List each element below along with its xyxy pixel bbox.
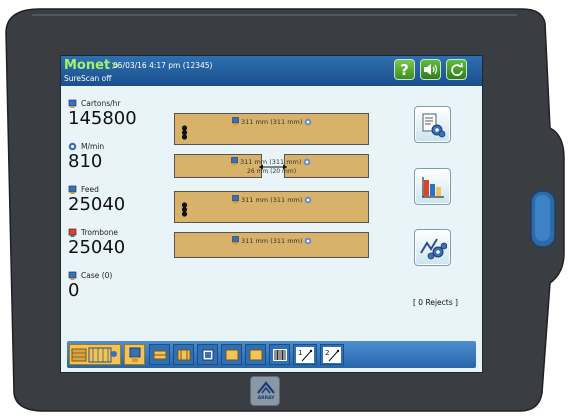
lane-label: 311 mm (311 mm) xyxy=(232,195,312,204)
flap-icon xyxy=(153,350,166,359)
sensor-button[interactable] xyxy=(124,344,145,365)
lock-icon xyxy=(68,99,77,108)
metric-feed[interactable]: Feed 25040 xyxy=(68,184,125,215)
lock-icon xyxy=(68,185,77,194)
box-icon xyxy=(249,349,262,360)
metric-trombone[interactable]: Trombone 25040 xyxy=(68,227,125,258)
trend-settings-button[interactable] xyxy=(414,229,451,266)
lane-1[interactable]: 311 mm (311 mm) xyxy=(174,113,369,145)
bottom-toolbar: 1 0,0 2 0,0 xyxy=(67,341,476,368)
metric-speed[interactable]: M/min 810 xyxy=(68,141,104,172)
sensor-dots-icon xyxy=(181,202,188,217)
lane-measure: 311 mm (311 mm) xyxy=(241,117,303,126)
tool-button-5[interactable] xyxy=(245,344,266,365)
lane-3[interactable]: 311 mm (311 mm) xyxy=(174,191,369,223)
refresh-icon xyxy=(450,62,463,76)
trombone-label: Trombone xyxy=(81,228,119,237)
speed-label: M/min xyxy=(81,142,105,151)
lane-label: 311 mm (311 mm) xyxy=(232,117,312,126)
tool-button-1[interactable] xyxy=(149,344,170,365)
gear-icon xyxy=(305,118,312,125)
settings-doc-icon xyxy=(422,113,445,137)
lane-measure: 311 mm (311 mm) xyxy=(241,195,303,204)
display-screen: Monet> 05/03/16 4:17 pm (12345) SureScan… xyxy=(60,55,483,373)
gear-icon xyxy=(305,196,312,203)
trombone-value: 25040 xyxy=(68,237,126,258)
graph-gears-icon xyxy=(419,237,447,259)
home-logo-button[interactable]: ARRAY xyxy=(250,376,280,406)
curve-2-sub: 0,0 xyxy=(334,359,341,364)
lock-icon xyxy=(231,157,238,166)
curve-1-number: 1 xyxy=(298,349,302,357)
title-bar: Monet> 05/03/16 4:17 pm (12345) SureScan… xyxy=(61,56,482,86)
gear-icon xyxy=(305,237,312,244)
gap-measure: 26 mm (20 mm) xyxy=(247,168,297,175)
speed-value: 810 xyxy=(68,151,103,172)
tool-button-4[interactable] xyxy=(221,344,242,365)
gear-icon xyxy=(68,142,77,151)
metric-cartons[interactable]: Cartons/hr 145800 xyxy=(68,98,137,129)
help-button[interactable]: ? xyxy=(394,59,415,80)
surescan-status: SureScan off xyxy=(64,74,112,83)
bracket-icon xyxy=(177,349,190,360)
sound-button[interactable] xyxy=(420,59,441,80)
cartons-label: Cartons/hr xyxy=(81,99,121,108)
tool-button-2[interactable] xyxy=(173,344,194,365)
square-icon xyxy=(202,349,213,360)
settings-button[interactable] xyxy=(414,106,451,143)
bar-chart-icon xyxy=(421,176,444,198)
sensor-lock-icon xyxy=(129,347,140,362)
refresh-button[interactable] xyxy=(446,59,467,80)
speaker-icon xyxy=(424,64,438,75)
lock-icon xyxy=(232,236,239,245)
lane-2[interactable]: 311 mm (311 mm) 26 mm (20 mm) xyxy=(174,154,369,186)
lane-4[interactable]: 311 mm (311 mm) xyxy=(174,232,369,258)
statistics-button[interactable] xyxy=(414,168,451,205)
feed-value: 25040 xyxy=(68,194,126,215)
lane-label: 311 mm (311 mm) xyxy=(232,236,312,245)
brand-name: Monet xyxy=(64,58,111,73)
gear-icon xyxy=(304,158,311,165)
metric-case[interactable]: Case (0) 0 xyxy=(68,270,112,301)
tool-button-3[interactable] xyxy=(197,344,218,365)
curve-2-number: 2 xyxy=(325,349,329,357)
datetime-text: 05/03/16 4:17 pm (12345) xyxy=(113,61,213,70)
lock-icon xyxy=(68,271,77,280)
lock-icon xyxy=(232,117,239,126)
logo-text: ARRAY xyxy=(257,396,275,401)
brand-logo: Monet> xyxy=(64,58,120,73)
sensor-dots-icon xyxy=(181,125,188,140)
curve-2-button[interactable]: 2 0,0 xyxy=(320,344,344,365)
rejects-counter: [ 0 Rejects ] xyxy=(413,298,458,307)
layout-button[interactable] xyxy=(69,344,121,365)
case-value: 0 xyxy=(68,280,80,301)
box-icon xyxy=(225,349,238,360)
carton-layout-icon xyxy=(71,347,117,362)
curve-1-sub: 0,0 xyxy=(307,359,314,364)
lock-red-icon xyxy=(68,228,77,237)
array-logo-icon xyxy=(257,381,275,394)
curve-1-button[interactable]: 1 0,0 xyxy=(293,344,317,365)
lane-measure: 311 mm (311 mm) xyxy=(241,236,303,245)
barcode-icon xyxy=(272,348,287,361)
barcode-button[interactable] xyxy=(269,344,290,365)
feed-label: Feed xyxy=(81,185,99,194)
case-label: Case (0) xyxy=(81,271,113,280)
cartons-value: 145800 xyxy=(68,108,137,129)
lock-icon xyxy=(232,195,239,204)
